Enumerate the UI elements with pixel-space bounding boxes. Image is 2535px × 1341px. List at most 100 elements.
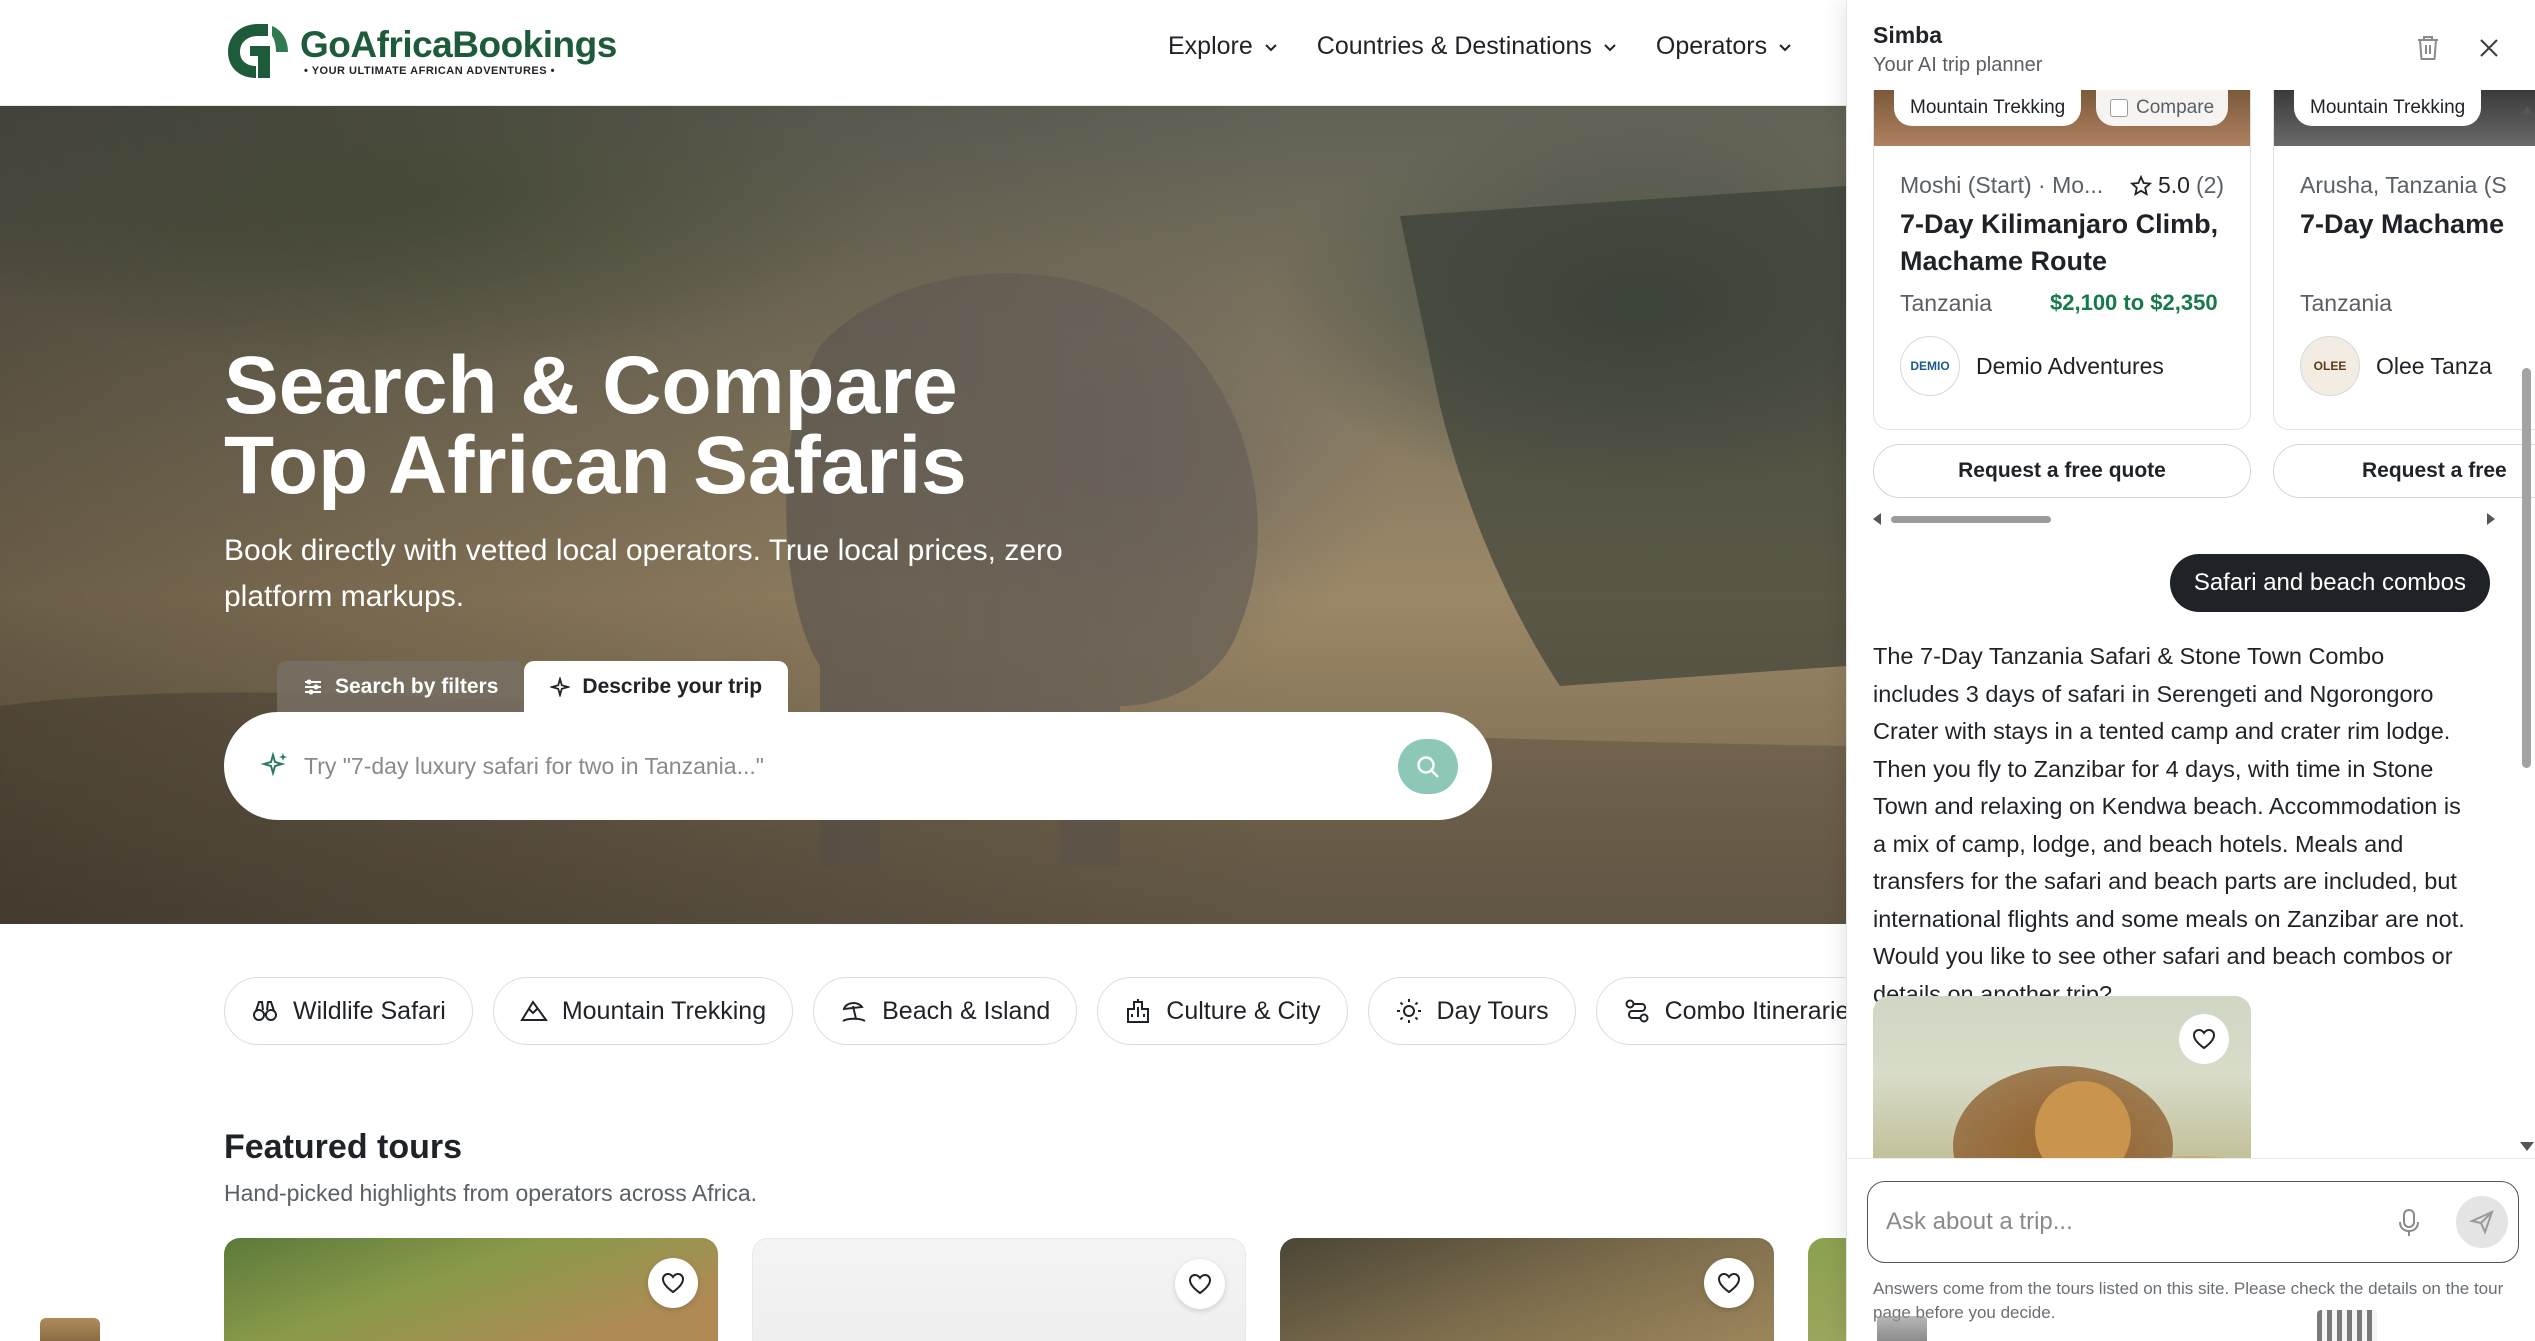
tour-category-badge: Mountain Trekking xyxy=(2294,90,2482,126)
scroll-up-icon[interactable] xyxy=(2520,106,2534,115)
chat-tour-card-image[interactable] xyxy=(1873,996,2251,1158)
nav-countries-destinations[interactable]: Countries & Destinations xyxy=(1317,32,1618,61)
chat-conversation[interactable]: Mountain Trekking Compare Moshi (Start) … xyxy=(1847,90,2535,1158)
chevron-down-icon xyxy=(1779,43,1791,51)
hero-title: Search & Compare Top African Safaris xyxy=(224,340,967,511)
binoculars-icon xyxy=(253,1001,277,1021)
scroll-right-icon[interactable] xyxy=(2487,513,2495,525)
featured-tour-card[interactable] xyxy=(1280,1238,1774,1341)
tour-country: Tanzania xyxy=(2300,290,2393,316)
category-combo-itineraries[interactable]: Combo Itineraries xyxy=(1595,977,1846,1045)
category-wildlife-safari[interactable]: Wildlife Safari xyxy=(224,977,473,1045)
compare-checkbox[interactable] xyxy=(2110,99,2128,117)
beach-icon xyxy=(842,1002,866,1022)
chevron-down-icon xyxy=(1265,43,1277,51)
tour-location: Arusha, Tanzania (S xyxy=(2300,172,2507,198)
scroll-left-icon[interactable] xyxy=(1873,513,1881,525)
brand-logo[interactable]: GoAfricaBookings • YOUR ULTIMATE AFRICAN… xyxy=(224,20,617,82)
tour-location: Moshi (Start) · Mo... xyxy=(1900,172,2104,198)
nav-operators[interactable]: Operators xyxy=(1656,32,1793,61)
star-icon xyxy=(2130,174,2152,196)
category-label: Mountain Trekking xyxy=(561,996,767,1025)
chevron-down-icon xyxy=(1604,43,1616,51)
sun-icon xyxy=(1396,999,1421,1023)
compare-toggle[interactable]: Compare xyxy=(2096,90,2229,126)
chat-input-box xyxy=(1867,1181,2519,1263)
partial-thumbnail xyxy=(2317,1310,2377,1341)
chat-disclaimer: Answers come from the tours listed on th… xyxy=(1873,1279,2504,1322)
trip-search-bar xyxy=(224,712,1492,820)
tab-describe-your-trip[interactable]: Describe your trip xyxy=(524,661,789,713)
search-button[interactable] xyxy=(1398,739,1458,794)
category-culture-city[interactable]: Culture & City xyxy=(1097,977,1348,1045)
hero-section: Search & Compare Top African Safaris Boo… xyxy=(0,106,1846,924)
chat-scrollbar[interactable] xyxy=(2517,100,2535,1160)
featured-tours-title: Featured tours xyxy=(224,1128,463,1166)
heart-icon xyxy=(1188,1273,1212,1295)
partial-thumbnail xyxy=(40,1318,100,1341)
featured-tour-card[interactable] xyxy=(1808,1238,1846,1341)
trash-icon[interactable] xyxy=(2415,34,2441,62)
category-label: Culture & City xyxy=(1166,996,1321,1025)
chat-tour-card[interactable]: Mountain Trekking Arusha, Tanzania (S 7-… xyxy=(2273,90,2535,430)
tour-operator[interactable]: OLEE Olee Tanza xyxy=(2300,336,2492,396)
chat-header: Simba Your AI trip planner xyxy=(1847,0,2535,90)
nav-explore[interactable]: Explore xyxy=(1168,32,1279,61)
trip-description-input[interactable] xyxy=(304,742,1304,790)
favorite-button[interactable] xyxy=(648,1258,698,1308)
sparkle-icon xyxy=(550,677,571,697)
hero-subtitle: Book directly with vetted local operator… xyxy=(224,534,1063,613)
tour-title[interactable]: 7-Day Kilimanjaro Climb, Machame Route xyxy=(1900,206,2240,280)
carousel-scrollbar[interactable] xyxy=(1873,510,2501,528)
heart-icon xyxy=(661,1272,685,1294)
operator-name: Demio Adventures xyxy=(1976,352,2164,379)
category-label: Wildlife Safari xyxy=(293,996,446,1025)
search-icon xyxy=(1417,755,1439,778)
category-label: Beach & Island xyxy=(882,996,1051,1025)
category-beach-island[interactable]: Beach & Island xyxy=(813,977,1078,1045)
favorite-button[interactable] xyxy=(2179,1014,2229,1064)
tour-price: $2,100 to $2,350 xyxy=(2050,290,2218,315)
sliders-icon xyxy=(305,679,321,695)
rating-count: (2) xyxy=(2195,172,2225,198)
logo-mark-icon xyxy=(228,24,288,78)
tab-search-by-filters[interactable]: Search by filters xyxy=(277,661,525,713)
chat-input[interactable] xyxy=(1886,1200,2366,1244)
scroll-down-icon[interactable] xyxy=(2520,1142,2534,1151)
category-mountain-trekking[interactable]: Mountain Trekking xyxy=(492,977,794,1045)
send-icon xyxy=(2469,1210,2494,1235)
request-quote-button[interactable]: Request a free quote xyxy=(1873,444,2251,498)
featured-tour-card[interactable] xyxy=(752,1238,1246,1341)
featured-tour-card[interactable] xyxy=(224,1238,718,1341)
compare-label: Compare xyxy=(2136,97,2215,118)
microphone-icon[interactable] xyxy=(2398,1208,2420,1238)
category-label: Combo Itineraries xyxy=(1664,996,1846,1025)
nav-explore-label: Explore xyxy=(1168,32,1253,60)
route-icon xyxy=(1625,999,1649,1023)
category-label: Day Tours xyxy=(1436,996,1549,1025)
request-quote-button[interactable]: Request a free xyxy=(2273,444,2535,498)
partial-thumbnail xyxy=(1877,1316,1927,1341)
scrollbar-thumb[interactable] xyxy=(2522,368,2531,768)
tour-country: Tanzania xyxy=(1900,290,1993,316)
category-day-tours[interactable]: Day Tours xyxy=(1367,977,1576,1045)
tab-filters-label: Search by filters xyxy=(335,675,499,698)
chat-composer: Answers come from the tours listed on th… xyxy=(1847,1158,2535,1341)
tour-rating: 5.0 (2) xyxy=(2130,172,2224,199)
tour-operator[interactable]: DEMIO Demio Adventures xyxy=(1900,336,2164,396)
favorite-button[interactable] xyxy=(1175,1259,1225,1309)
heart-icon xyxy=(1717,1272,1741,1294)
chat-tour-card[interactable]: Mountain Trekking Compare Moshi (Start) … xyxy=(1873,90,2251,430)
close-icon[interactable] xyxy=(2477,36,2501,60)
heart-icon xyxy=(2192,1028,2216,1050)
rating-value: 5.0 xyxy=(2158,172,2190,198)
user-message: Safari and beach combos xyxy=(2169,554,2490,612)
tour-title[interactable]: 7-Day Machame xyxy=(2300,206,2535,243)
scrollbar-thumb[interactable] xyxy=(1891,516,2051,523)
tour-category-badge: Mountain Trekking xyxy=(1894,90,2082,126)
mountain-icon xyxy=(520,1000,548,1021)
assistant-role: Your AI trip planner xyxy=(1873,54,2043,76)
favorite-button[interactable] xyxy=(1704,1258,1754,1308)
send-button[interactable] xyxy=(2456,1196,2508,1248)
featured-tours-subtitle: Hand-picked highlights from operators ac… xyxy=(224,1180,758,1206)
